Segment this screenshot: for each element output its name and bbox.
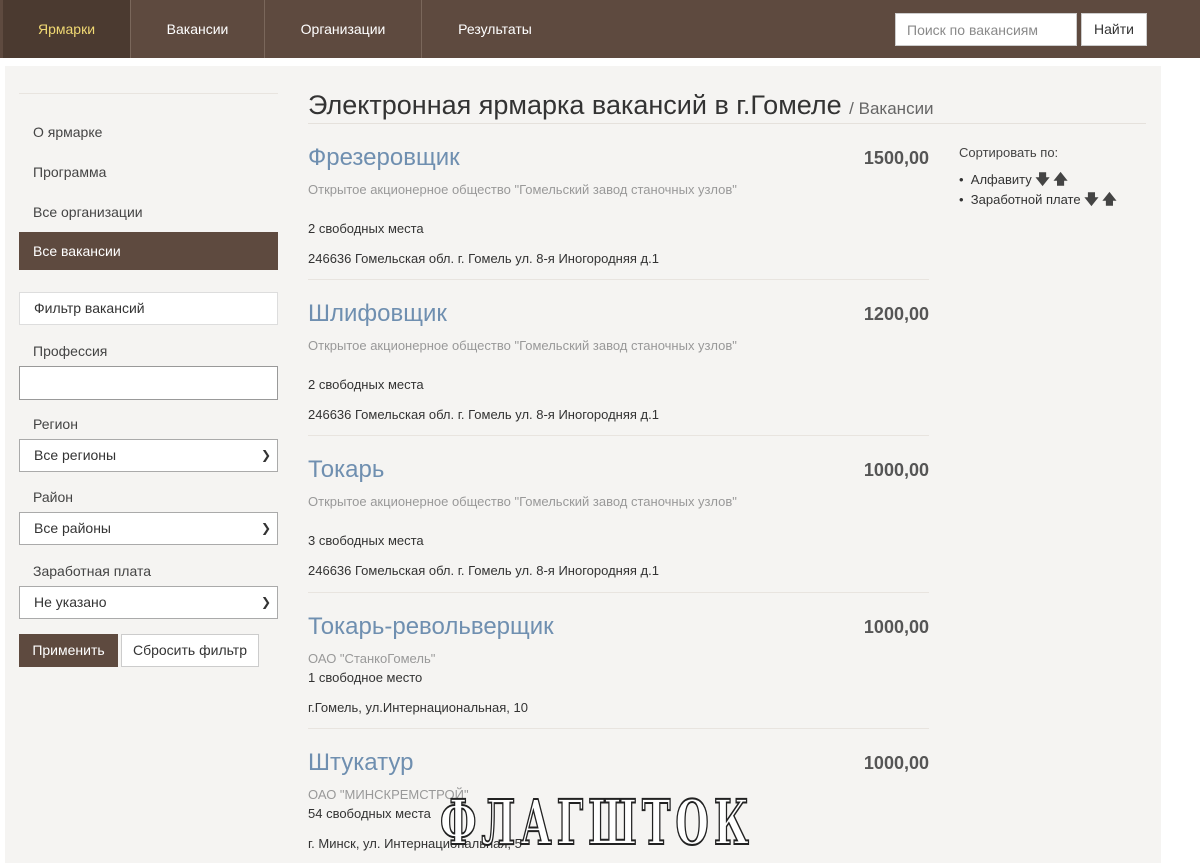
vacancy-item: Фрезеровщик 1500,00 Открытое акционерное…	[308, 144, 929, 280]
nav-vacancies[interactable]: Вакансии	[131, 0, 265, 58]
arrow-down-icon[interactable]: 🡇	[1035, 171, 1049, 187]
sort-bullet: •	[959, 192, 971, 207]
profession-label: Профессия	[33, 343, 108, 359]
apply-filter-button[interactable]: Применить	[19, 634, 118, 667]
district-select[interactable]: Все районы ❯	[19, 512, 278, 545]
vacancy-divider	[308, 279, 929, 280]
vacancy-address: 246636 Гомельская обл. г. Гомель ул. 8-я…	[308, 407, 659, 422]
vacancy-salary: 1000,00	[863, 460, 929, 480]
vacancy-places: 1 свободное место	[308, 670, 423, 685]
salary-label: Заработная плата	[33, 563, 151, 579]
sort-bullet: •	[959, 172, 971, 187]
arrow-up-icon[interactable]: 🡅	[1102, 191, 1116, 207]
arrow-down-icon[interactable]: 🡇	[1084, 191, 1098, 207]
district-label: Район	[33, 489, 73, 505]
vacancy-organization: Открытое акционерное общество "Гомельски…	[308, 494, 737, 509]
page-title-text: Электронная ярмарка вакансий в г.Гомеле	[308, 90, 842, 120]
vacancy-divider	[308, 592, 929, 593]
district-select-value: Все районы	[34, 520, 111, 536]
vacancy-divider	[308, 728, 929, 729]
sort-label: Сортировать по:	[959, 145, 1059, 160]
chevron-down-icon: ❯	[260, 595, 271, 609]
page-title: Электронная ярмарка вакансий в г.Гомеле …	[308, 90, 934, 121]
vacancy-places: 2 свободных места	[308, 221, 424, 236]
region-select[interactable]: Все регионы ❯	[19, 439, 278, 472]
sidebar-item-about[interactable]: О ярмарке	[19, 113, 278, 151]
vacancy-organization: ОАО "СтанкоГомель"	[308, 651, 436, 666]
vacancy-places: 2 свободных места	[308, 377, 424, 392]
sidebar-item-vacancies[interactable]: Все вакансии	[19, 232, 278, 270]
chevron-down-icon: ❯	[260, 448, 271, 462]
vacancy-organization: Открытое акционерное общество "Гомельски…	[308, 338, 737, 353]
vacancy-salary: 1500,00	[863, 148, 929, 168]
vacancy-title[interactable]: Шлифовщик	[308, 300, 447, 328]
vacancy-item: Токарь-револьверщик 1000,00 ОАО "СтанкоГ…	[308, 613, 929, 729]
salary-select[interactable]: Не указано ❯	[19, 586, 278, 619]
vacancy-places: 3 свободных места	[308, 533, 424, 548]
vacancy-title[interactable]: Токарь-револьверщик	[308, 613, 554, 641]
vacancy-places: 54 свободных места	[308, 806, 431, 821]
sort-alphabet-label: Алфавиту	[970, 172, 1032, 187]
vacancy-organization: Открытое акционерное общество "Гомельски…	[308, 182, 737, 197]
vacancy-salary: 1000,00	[863, 753, 929, 773]
vacancy-salary: 1000,00	[863, 617, 929, 637]
vacancy-divider	[308, 435, 929, 436]
vacancy-title[interactable]: Штукатур	[308, 749, 413, 777]
nav-results[interactable]: Результаты	[422, 0, 568, 58]
region-label: Регион	[33, 416, 78, 432]
sidebar-divider	[19, 93, 278, 94]
filter-title: Фильтр вакансий	[19, 292, 278, 325]
sort-by-salary: • Заработной плате 🡇 🡅	[959, 189, 1117, 213]
chevron-down-icon: ❯	[260, 521, 271, 535]
top-navbar: Ярмарки Вакансии Организации Результаты …	[0, 0, 1200, 58]
salary-select-value: Не указано	[34, 594, 107, 610]
nav-fairs[interactable]: Ярмарки	[3, 0, 131, 58]
vacancy-address: г.Гомель, ул.Интернациональная, 10	[308, 700, 528, 715]
vacancy-title[interactable]: Токарь	[308, 456, 384, 484]
vacancy-title[interactable]: Фрезеровщик	[308, 144, 460, 172]
vacancy-item: Шлифовщик 1200,00 Открытое акционерное о…	[308, 300, 929, 436]
vacancy-address: 246636 Гомельская обл. г. Гомель ул. 8-я…	[308, 563, 659, 578]
search-button[interactable]: Найти	[1081, 13, 1147, 46]
search-input[interactable]	[895, 13, 1077, 46]
vacancy-salary: 1200,00	[863, 304, 929, 324]
sort-salary-label: Заработной плате	[970, 192, 1081, 207]
nav-organizations[interactable]: Организации	[265, 0, 422, 58]
watermark: ФЛАГШТОК	[439, 785, 754, 860]
vacancy-item: Токарь 1000,00 Открытое акционерное обще…	[308, 456, 929, 593]
vacancy-address: 246636 Гомельская обл. г. Гомель ул. 8-я…	[308, 251, 659, 266]
profession-input[interactable]	[19, 366, 278, 400]
region-select-value: Все регионы	[34, 447, 117, 463]
reset-filter-button[interactable]: Сбросить фильтр	[121, 634, 259, 667]
sidebar-item-program[interactable]: Программа	[19, 153, 278, 191]
sidebar-item-organizations[interactable]: Все организации	[19, 193, 278, 231]
title-divider	[308, 123, 1146, 124]
breadcrumb[interactable]: / Вакансии	[849, 99, 933, 118]
arrow-up-icon[interactable]: 🡅	[1053, 171, 1067, 187]
